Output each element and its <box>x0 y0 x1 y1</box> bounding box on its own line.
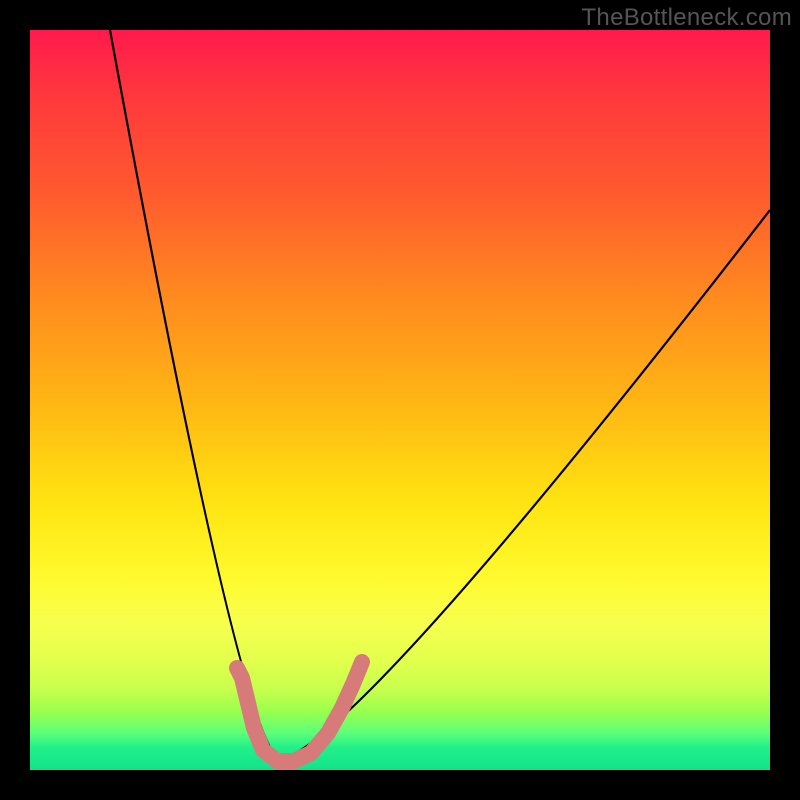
curve-layer <box>30 30 770 770</box>
plot-area <box>30 30 770 770</box>
marker-band <box>237 662 362 761</box>
watermark-text: TheBottleneck.com <box>581 4 792 32</box>
chart-stage: TheBottleneck.com <box>0 0 800 800</box>
bottleneck-curve <box>110 30 770 760</box>
